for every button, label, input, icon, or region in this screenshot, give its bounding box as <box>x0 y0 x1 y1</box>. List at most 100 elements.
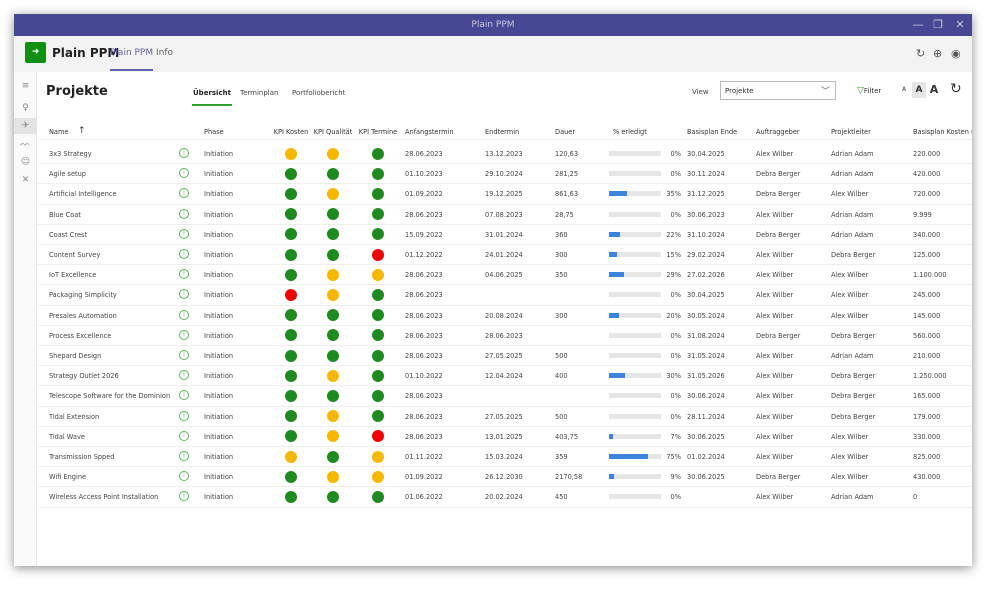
info-icon[interactable]: i <box>179 329 189 340</box>
table-row[interactable]: 3x3 Strategy i Initiation 28.06.2023 13.12.2… <box>38 144 972 165</box>
info-icon[interactable]: i <box>179 168 189 179</box>
table-row[interactable]: Wifi Engine i Initiation 01.09.2022 26.12.20… <box>38 467 972 488</box>
table-row[interactable]: IoT Excellence i Initiation 28.06.2023 04.06… <box>38 265 972 286</box>
projects-icon[interactable]: ✈ <box>14 118 37 134</box>
reload-icon[interactable]: ↻ <box>950 81 962 97</box>
sort-ascending-icon[interactable]: ↑ <box>78 126 86 136</box>
table-row[interactable]: Blue Coat i Initiation 28.06.2023 07.08.2023… <box>38 205 972 225</box>
tab-uebersicht[interactable]: Übersicht <box>192 89 232 106</box>
column-header-projektleiter[interactable]: Projektleiter <box>831 128 871 136</box>
table-row[interactable]: Telescope Software for the Dominion i Init… <box>38 386 972 407</box>
percent-done: 0% <box>670 210 681 219</box>
project-name[interactable]: Tidal Extension <box>49 413 99 421</box>
info-icon[interactable]: i <box>179 471 189 482</box>
info-icon[interactable]: i <box>179 208 189 219</box>
info-icon[interactable]: i <box>179 309 189 320</box>
project-name[interactable]: Tidal Wave <box>49 433 85 441</box>
table-row[interactable]: Content Survey i Initiation 01.12.2022 24.01… <box>38 245 972 266</box>
basisplan-ende: 30.06.2023 <box>687 210 725 219</box>
percent-done: 75% <box>666 453 681 461</box>
column-header-erledigt[interactable]: % erledigt <box>613 128 647 136</box>
column-header-basisplan-kosten[interactable]: Basisplan Kosten (C <box>913 128 972 136</box>
project-name[interactable]: Telescope Software for the Dominion <box>49 392 170 400</box>
column-header-phase[interactable]: Phase <box>204 128 224 136</box>
column-header-anfangstermin[interactable]: Anfangstermin <box>405 128 454 136</box>
table-row[interactable]: Strategy Outlet 2026 i Initiation 01.10.202… <box>38 366 972 387</box>
table-row[interactable]: Tidal Extension i Initiation 28.06.2023 27.0… <box>38 407 972 427</box>
menu-icon[interactable]: ≡ <box>14 78 37 94</box>
table-row[interactable]: Artificial Intelligence i Initiation 01.09.… <box>38 184 972 205</box>
filter-button[interactable]: ▽Filter <box>857 86 881 96</box>
table-row[interactable]: Transmission Spped i Initiation 01.11.2022 1… <box>38 447 972 468</box>
project-name[interactable]: 3x3 Strategy <box>49 150 92 158</box>
minimize-button[interactable]: — <box>910 17 926 33</box>
lightbulb-icon[interactable]: ♀ <box>14 100 37 116</box>
info-icon[interactable]: i <box>179 289 189 300</box>
info-icon[interactable]: i <box>179 350 189 360</box>
info-icon[interactable]: i <box>179 249 189 259</box>
project-name[interactable]: Blue Coat <box>49 211 81 219</box>
person-icon[interactable]: ☺ <box>14 154 37 170</box>
info-icon[interactable]: i <box>179 430 189 441</box>
project-name[interactable]: Process Excellence <box>49 332 111 340</box>
tools-icon[interactable]: ✕ <box>14 172 37 188</box>
app-tab-plain-ppm[interactable]: Plain PPM <box>110 48 154 71</box>
project-name[interactable]: Packaging Simplicity <box>49 291 117 299</box>
column-header-name[interactable]: Name <box>49 128 68 136</box>
font-size-large-button[interactable]: A <box>927 82 941 98</box>
project-name[interactable]: Artificial Intelligence <box>49 190 117 198</box>
column-header-auftraggeber[interactable]: Auftraggeber <box>756 128 800 136</box>
project-name[interactable]: Shepard Design <box>49 352 101 360</box>
table-row[interactable]: Wireless Access Point Installation i Initi… <box>38 487 972 508</box>
info-icon[interactable]: i <box>179 451 189 461</box>
view-select[interactable]: Projekte ﹀ <box>720 81 836 100</box>
column-header-kpi-kosten[interactable]: KPI Kosten <box>274 128 309 136</box>
maximize-button[interactable]: ❐ <box>930 17 946 33</box>
kpi-termine-indicator <box>372 430 384 443</box>
tab-terminplan[interactable]: Terminplan <box>240 89 278 97</box>
kpi-termine-indicator <box>372 410 384 423</box>
column-header-basisplan-ende[interactable]: Basisplan Ende <box>687 128 737 136</box>
project-name[interactable]: Content Survey <box>49 251 100 259</box>
shield-icon[interactable]: ◉ <box>951 47 961 60</box>
table-row[interactable]: Tidal Wave i Initiation 28.06.2023 13.01.202… <box>38 427 972 447</box>
font-size-small-button[interactable]: A <box>899 82 909 98</box>
table-row[interactable]: Coast Crest i Initiation 15.09.2022 31.01.20… <box>38 225 972 245</box>
column-header-kpi-termine[interactable]: KPI Termine <box>359 128 397 136</box>
table-row[interactable]: Shepard Design i Initiation 28.06.2023 27.05… <box>38 346 972 367</box>
column-header-endtermin[interactable]: Endtermin <box>485 128 519 136</box>
info-icon[interactable]: i <box>179 410 189 421</box>
info-icon[interactable]: i <box>179 491 189 502</box>
info-icon[interactable]: i <box>179 269 189 280</box>
close-button[interactable]: ✕ <box>952 17 968 33</box>
app-tab-info[interactable]: Info <box>156 48 173 58</box>
auftraggeber: Alex Wilber <box>756 352 794 360</box>
project-name[interactable]: Transmission Spped <box>49 453 115 461</box>
info-icon[interactable]: i <box>179 188 189 199</box>
project-name[interactable]: IoT Excellence <box>49 271 96 279</box>
auftraggeber: Alex Wilber <box>756 311 794 320</box>
project-name[interactable]: Wireless Access Point Installation <box>49 493 158 501</box>
kpi-kosten-indicator <box>285 309 297 322</box>
table-row[interactable]: Process Excellence i Initiation 28.06.2023 2… <box>38 326 972 346</box>
globe-icon[interactable]: ⊕ <box>933 47 942 60</box>
refresh-icon[interactable]: ↻ <box>916 47 925 60</box>
table-row[interactable]: Packaging Simplicity i Initiation 28.06.202… <box>38 285 972 306</box>
team-icon[interactable]: ᨓ <box>14 136 37 152</box>
info-icon[interactable]: i <box>179 228 189 239</box>
project-name[interactable]: Strategy Outlet 2026 <box>49 372 119 380</box>
table-row[interactable]: Agile setup i Initiation 01.10.2023 29.10.20… <box>38 164 972 185</box>
font-size-medium-button[interactable]: A <box>912 82 926 98</box>
info-icon[interactable]: i <box>179 390 189 401</box>
basisplan-ende: 30.06.2025 <box>687 473 725 482</box>
column-header-kpi-qualitaet[interactable]: KPI Qualität <box>314 128 353 136</box>
table-row[interactable]: Presales Automation i Initiation 28.06.2023… <box>38 306 972 326</box>
tab-portfoliobericht[interactable]: Portfoliobericht <box>292 89 345 97</box>
info-icon[interactable]: i <box>179 370 189 381</box>
project-name[interactable]: Coast Crest <box>49 231 87 239</box>
info-icon[interactable]: i <box>179 148 189 158</box>
project-name[interactable]: Presales Automation <box>49 312 117 320</box>
project-name[interactable]: Wifi Engine <box>49 473 86 481</box>
column-header-dauer[interactable]: Dauer <box>555 128 575 136</box>
project-name[interactable]: Agile setup <box>49 170 86 178</box>
